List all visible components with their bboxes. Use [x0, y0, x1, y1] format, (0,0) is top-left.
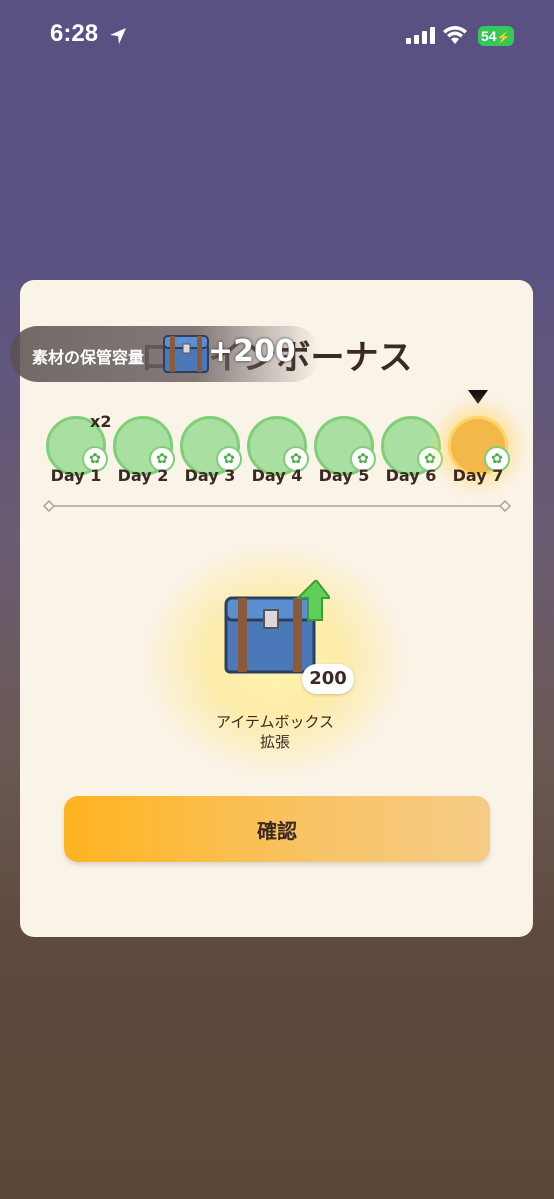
toast-amount: +200 — [208, 334, 296, 369]
location-arrow-icon — [110, 28, 126, 44]
battery-indicator: 54⚡ — [478, 26, 514, 46]
day-label: Day 1 — [50, 466, 102, 485]
day-4: ✿ Day 4 — [245, 412, 309, 492]
day-5: ✿ Day 5 — [312, 412, 376, 492]
toast-label: 素材の保管容量 — [32, 348, 145, 367]
reward-display: 200 アイテムボックス 拡張 — [140, 540, 410, 790]
day-label: Day 4 — [251, 466, 303, 485]
day-1: ✿ x2 Day 1 — [44, 412, 112, 492]
charging-bolt-icon: ⚡ — [496, 32, 511, 44]
day-label: Day 3 — [184, 466, 236, 485]
day-label: Day 5 — [318, 466, 370, 485]
day-label: Day 2 — [117, 466, 169, 485]
day-3: ✿ Day 3 — [178, 412, 242, 492]
progress-divider — [42, 500, 512, 512]
day-track: ✿ x2 Day 1 ✿ Day 2 ✿ Day 3 ✿ Day 4 ✿ Day… — [44, 412, 514, 492]
item-box-icon — [163, 335, 209, 373]
day-6: ✿ Day 6 — [379, 412, 443, 492]
multiplier-badge: x2 — [90, 412, 112, 431]
day-label: Day 6 — [385, 466, 437, 485]
reward-count-badge: 200 — [302, 664, 354, 694]
cellular-signal-icon — [406, 26, 435, 44]
status-bar: 6:28 54⚡ — [0, 0, 554, 70]
login-bonus-dialog: ログインボーナス 素材の保管容量 +200 ✿ x2 Day 1 ✿ Day 2… — [10, 280, 533, 937]
reward-name-line2: 拡張 — [259, 733, 290, 751]
battery-level: 54 — [481, 28, 497, 44]
day-2: ✿ Day 2 — [111, 412, 175, 492]
reward-name-line1: アイテムボックス — [215, 713, 335, 731]
reward-toast: 素材の保管容量 +200 — [10, 326, 320, 382]
confirm-button[interactable]: 確認 — [64, 796, 490, 862]
wifi-icon — [443, 26, 467, 44]
current-day-pointer-icon — [468, 390, 488, 404]
reward-name: アイテムボックス 拡張 — [140, 712, 410, 752]
clock: 6:28 — [50, 20, 99, 47]
day-label: Day 7 — [452, 466, 504, 485]
day-7: ✿ Day 7 — [446, 412, 510, 492]
